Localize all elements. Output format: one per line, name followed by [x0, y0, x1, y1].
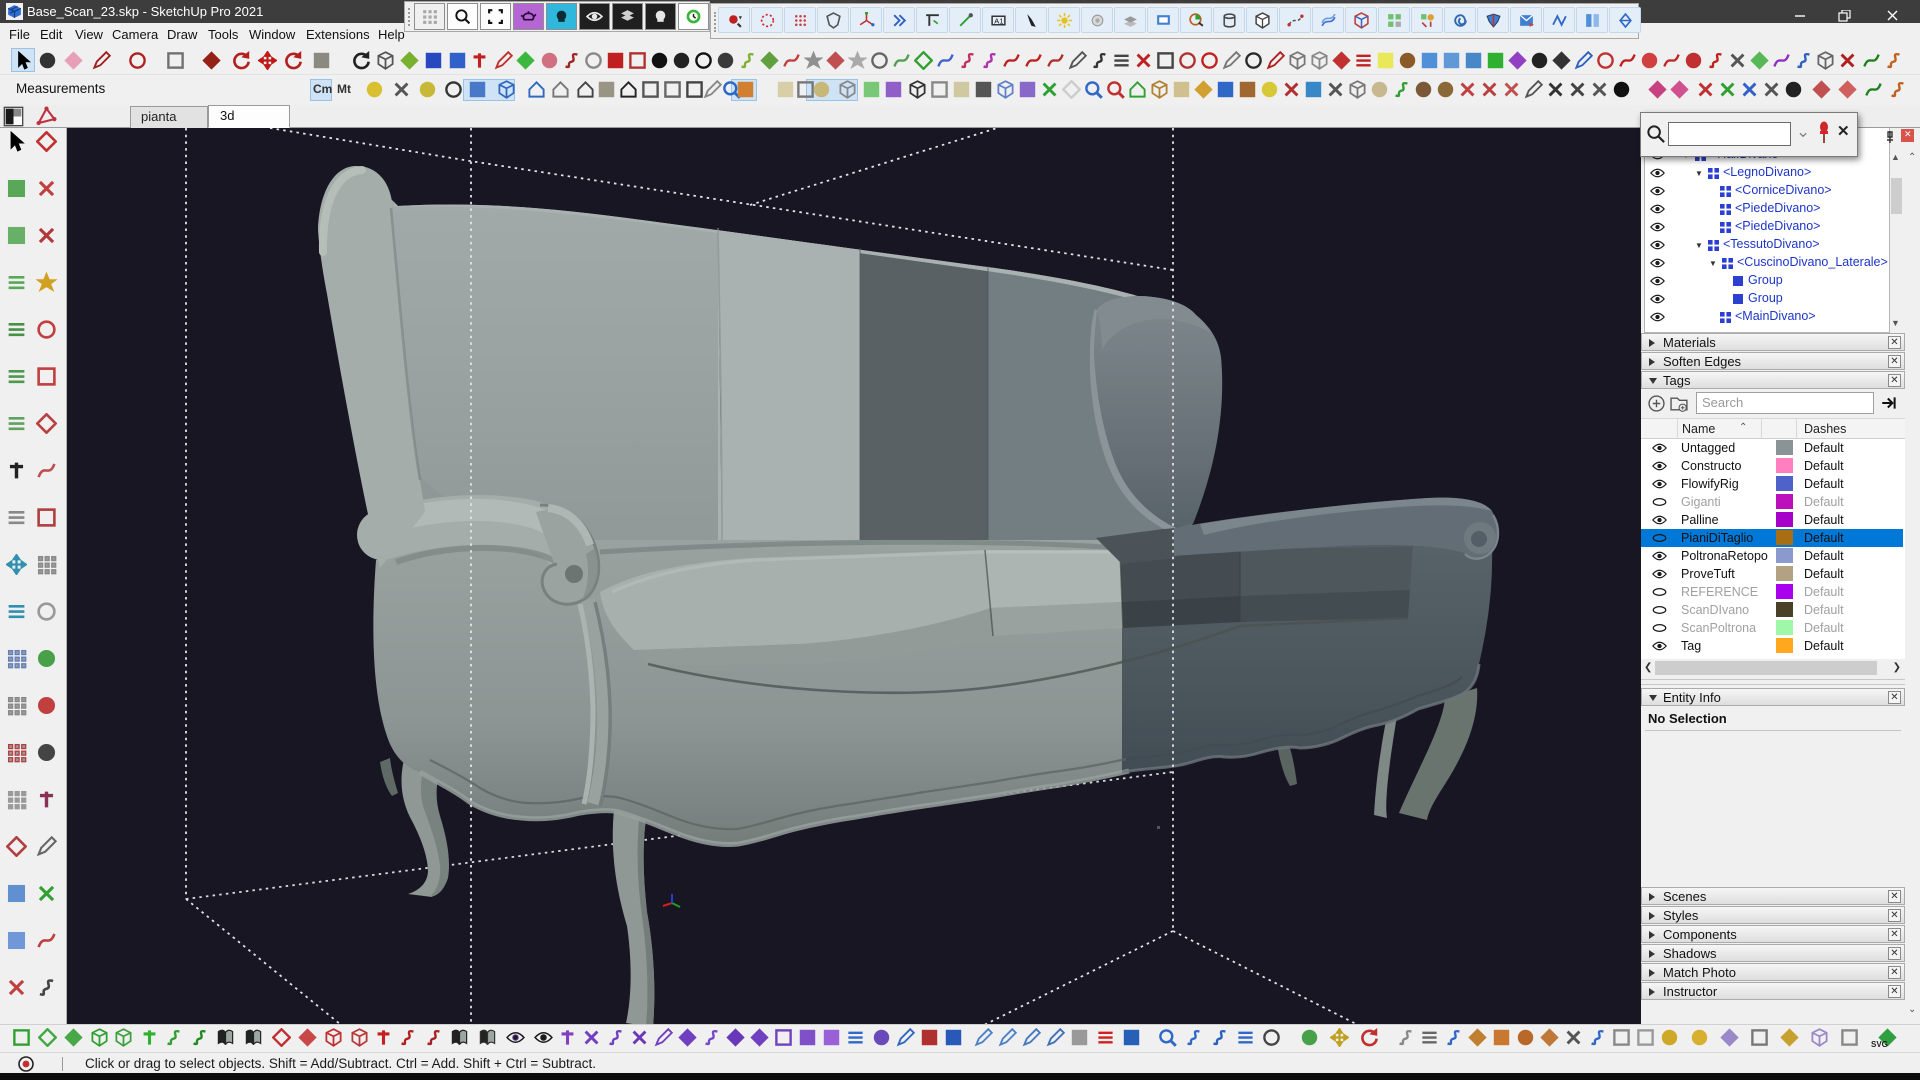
svg-text:A1: A1 [994, 17, 1003, 26]
